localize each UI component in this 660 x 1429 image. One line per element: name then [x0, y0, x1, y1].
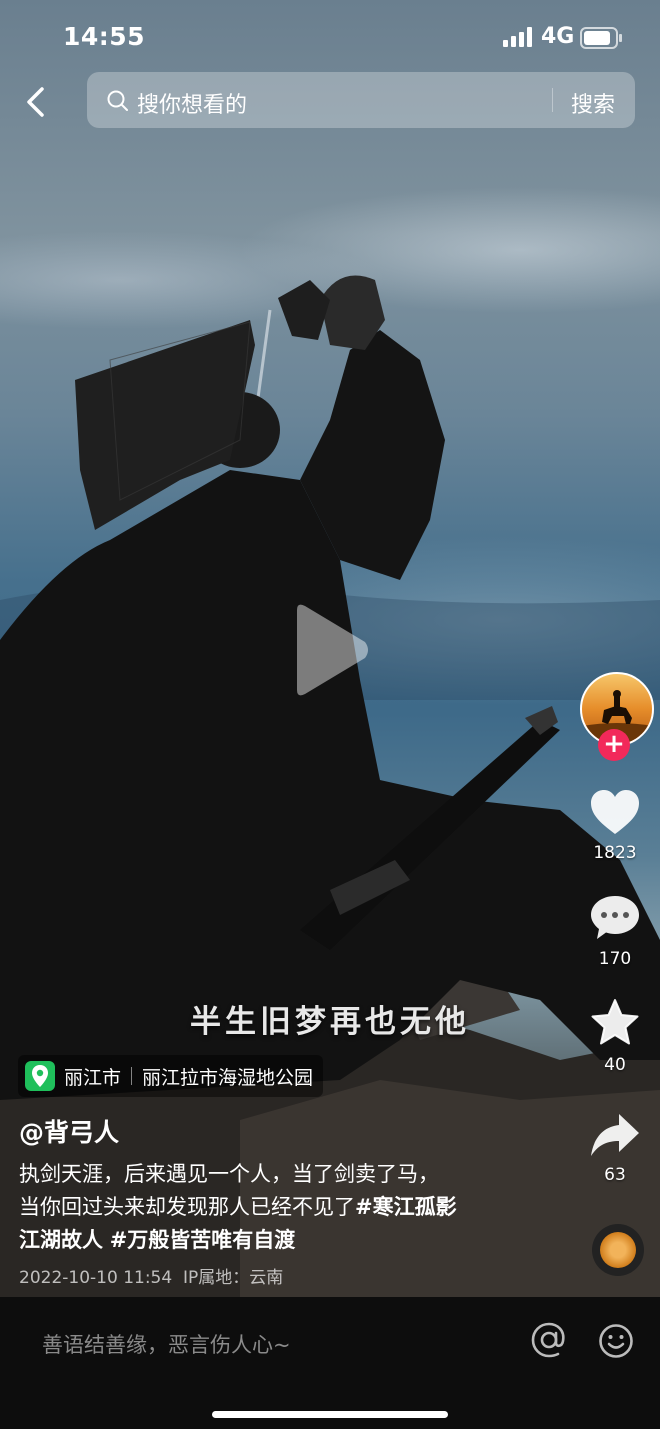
search-icon [107, 90, 128, 111]
search-bar[interactable]: 搜你想看的 搜索 [87, 72, 635, 128]
heart-icon [591, 790, 639, 834]
mention-icon[interactable] [530, 1321, 568, 1359]
battery-icon [580, 27, 622, 49]
description-line: 执剑天涯，后来遇见一个人，当了剑卖了马， [19, 1162, 439, 1186]
post-datetime: 2022-10-10 11:54 [19, 1268, 173, 1288]
hashtag[interactable]: #寒江孤影 [355, 1195, 457, 1219]
description-line: 江湖故人 #万般皆苦唯有自渡 [19, 1224, 539, 1257]
comment-action[interactable]: 170 [578, 894, 652, 969]
description-text: 当你回过头来却发现那人已经不见了 [19, 1195, 355, 1219]
star-icon [591, 999, 639, 1045]
search-placeholder[interactable]: 搜你想看的 [137, 87, 247, 119]
share-count: 63 [604, 1165, 626, 1185]
hashtag[interactable]: #万般皆苦唯有自渡 [110, 1228, 296, 1252]
location-place: 丽江拉市海湿地公园 [142, 1066, 314, 1089]
status-bar: 14:55 4G [0, 0, 660, 66]
location-tag[interactable]: 丽江市 丽江拉市海湿地公园 [18, 1055, 324, 1097]
comment-icon [591, 896, 639, 939]
comment-bar: 善语结善缘，恶言伤人心~ [0, 1297, 660, 1429]
location-pin-icon [25, 1061, 55, 1091]
search-button[interactable]: 搜索 [571, 87, 615, 119]
music-disc-cover [600, 1232, 636, 1268]
video-subtitle: 半生旧梦再也无他 [190, 1004, 470, 1040]
location-separator [131, 1067, 133, 1085]
search-divider [552, 88, 553, 112]
location-city: 丽江市 [64, 1066, 122, 1089]
post-description: 执剑天涯，后来遇见一个人，当了剑卖了马， 当你回过头来却发现那人已经不见了#寒江… [19, 1158, 539, 1257]
music-disc[interactable] [592, 1224, 644, 1276]
favorite-count: 40 [604, 1055, 626, 1075]
like-count: 1823 [593, 843, 637, 863]
ip-location: IP属地：云南 [183, 1268, 284, 1288]
network-type: 4G [541, 24, 575, 49]
author-name[interactable]: @背弓人 [19, 1113, 119, 1149]
emoji-icon[interactable] [598, 1323, 634, 1359]
like-action[interactable]: 1823 [578, 788, 652, 863]
video-screen: 14:55 4G 搜你想看的 搜索 半生旧梦再也无他 + 1823 170 40… [0, 0, 660, 1429]
signal-icon [503, 27, 532, 47]
description-line: 当你回过头来却发现那人已经不见了#寒江孤影 [19, 1191, 539, 1224]
follow-button[interactable]: + [598, 729, 630, 761]
share-action[interactable]: 63 [578, 1112, 652, 1185]
share-icon [591, 1114, 639, 1156]
favorite-action[interactable]: 40 [578, 998, 652, 1075]
status-time: 14:55 [63, 22, 146, 51]
comment-count: 170 [598, 949, 632, 969]
play-icon[interactable] [291, 602, 371, 698]
back-icon[interactable] [20, 84, 56, 120]
hashtag-continuation[interactable]: 江湖故人 [19, 1228, 103, 1252]
home-indicator[interactable] [212, 1411, 448, 1418]
post-meta: 2022-10-10 11:54 IP属地：云南 [19, 1263, 283, 1288]
comment-input[interactable]: 善语结善缘，恶言伤人心~ [42, 1329, 291, 1359]
